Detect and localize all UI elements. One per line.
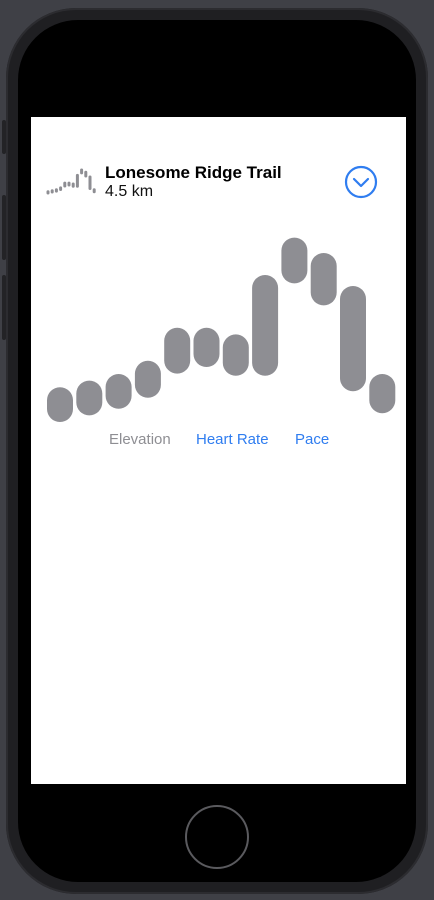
tab-heart-rate[interactable]: Heart Rate <box>196 431 269 448</box>
home-button[interactable] <box>185 805 249 869</box>
app-screen: Lonesome Ridge Trail 4.5 km Elevation He… <box>31 117 406 784</box>
trail-distance: 4.5 km <box>105 183 154 200</box>
chart-capsule <box>369 374 396 414</box>
thumbnail-capsule <box>84 170 88 178</box>
mute-switch <box>2 120 6 154</box>
volume-up-button <box>2 195 6 260</box>
thumbnail-capsule <box>75 173 79 188</box>
thumbnail-capsule <box>59 186 63 191</box>
thumbnail-capsule <box>92 188 96 194</box>
thumbnail-capsule <box>71 182 75 188</box>
chart-capsule <box>193 327 220 367</box>
thumbnail-capsule <box>63 181 67 188</box>
trail-thumbnail-chart <box>46 168 96 195</box>
chart-capsule <box>105 374 132 409</box>
thumbnail-capsule <box>80 168 84 175</box>
chart-capsule <box>252 275 279 376</box>
chart-capsule <box>76 380 103 416</box>
range-chart <box>47 237 396 422</box>
volume-down-button <box>2 275 6 340</box>
tab-elevation[interactable]: Elevation <box>109 431 171 448</box>
thumbnail-capsule <box>46 190 50 195</box>
chart-capsule <box>134 360 161 398</box>
thumbnail-capsule <box>50 189 54 194</box>
chart-capsule <box>222 334 249 376</box>
thumbnail-capsule <box>54 188 58 193</box>
chart-capsule <box>47 387 73 422</box>
metric-tabs: Elevation Heart Rate Pace <box>31 431 406 453</box>
chart-capsule <box>164 327 191 374</box>
thumbnail-capsule <box>67 181 71 187</box>
trail-header: Lonesome Ridge Trail 4.5 km <box>31 117 406 227</box>
chart-capsule <box>310 253 337 306</box>
tab-pace[interactable]: Pace <box>295 431 329 448</box>
chart-capsule <box>340 286 366 392</box>
chevron-down-circle-icon[interactable] <box>344 165 378 199</box>
chart-capsule <box>281 237 308 284</box>
thumbnail-capsule <box>88 175 92 191</box>
trail-name: Lonesome Ridge Trail <box>105 163 282 182</box>
